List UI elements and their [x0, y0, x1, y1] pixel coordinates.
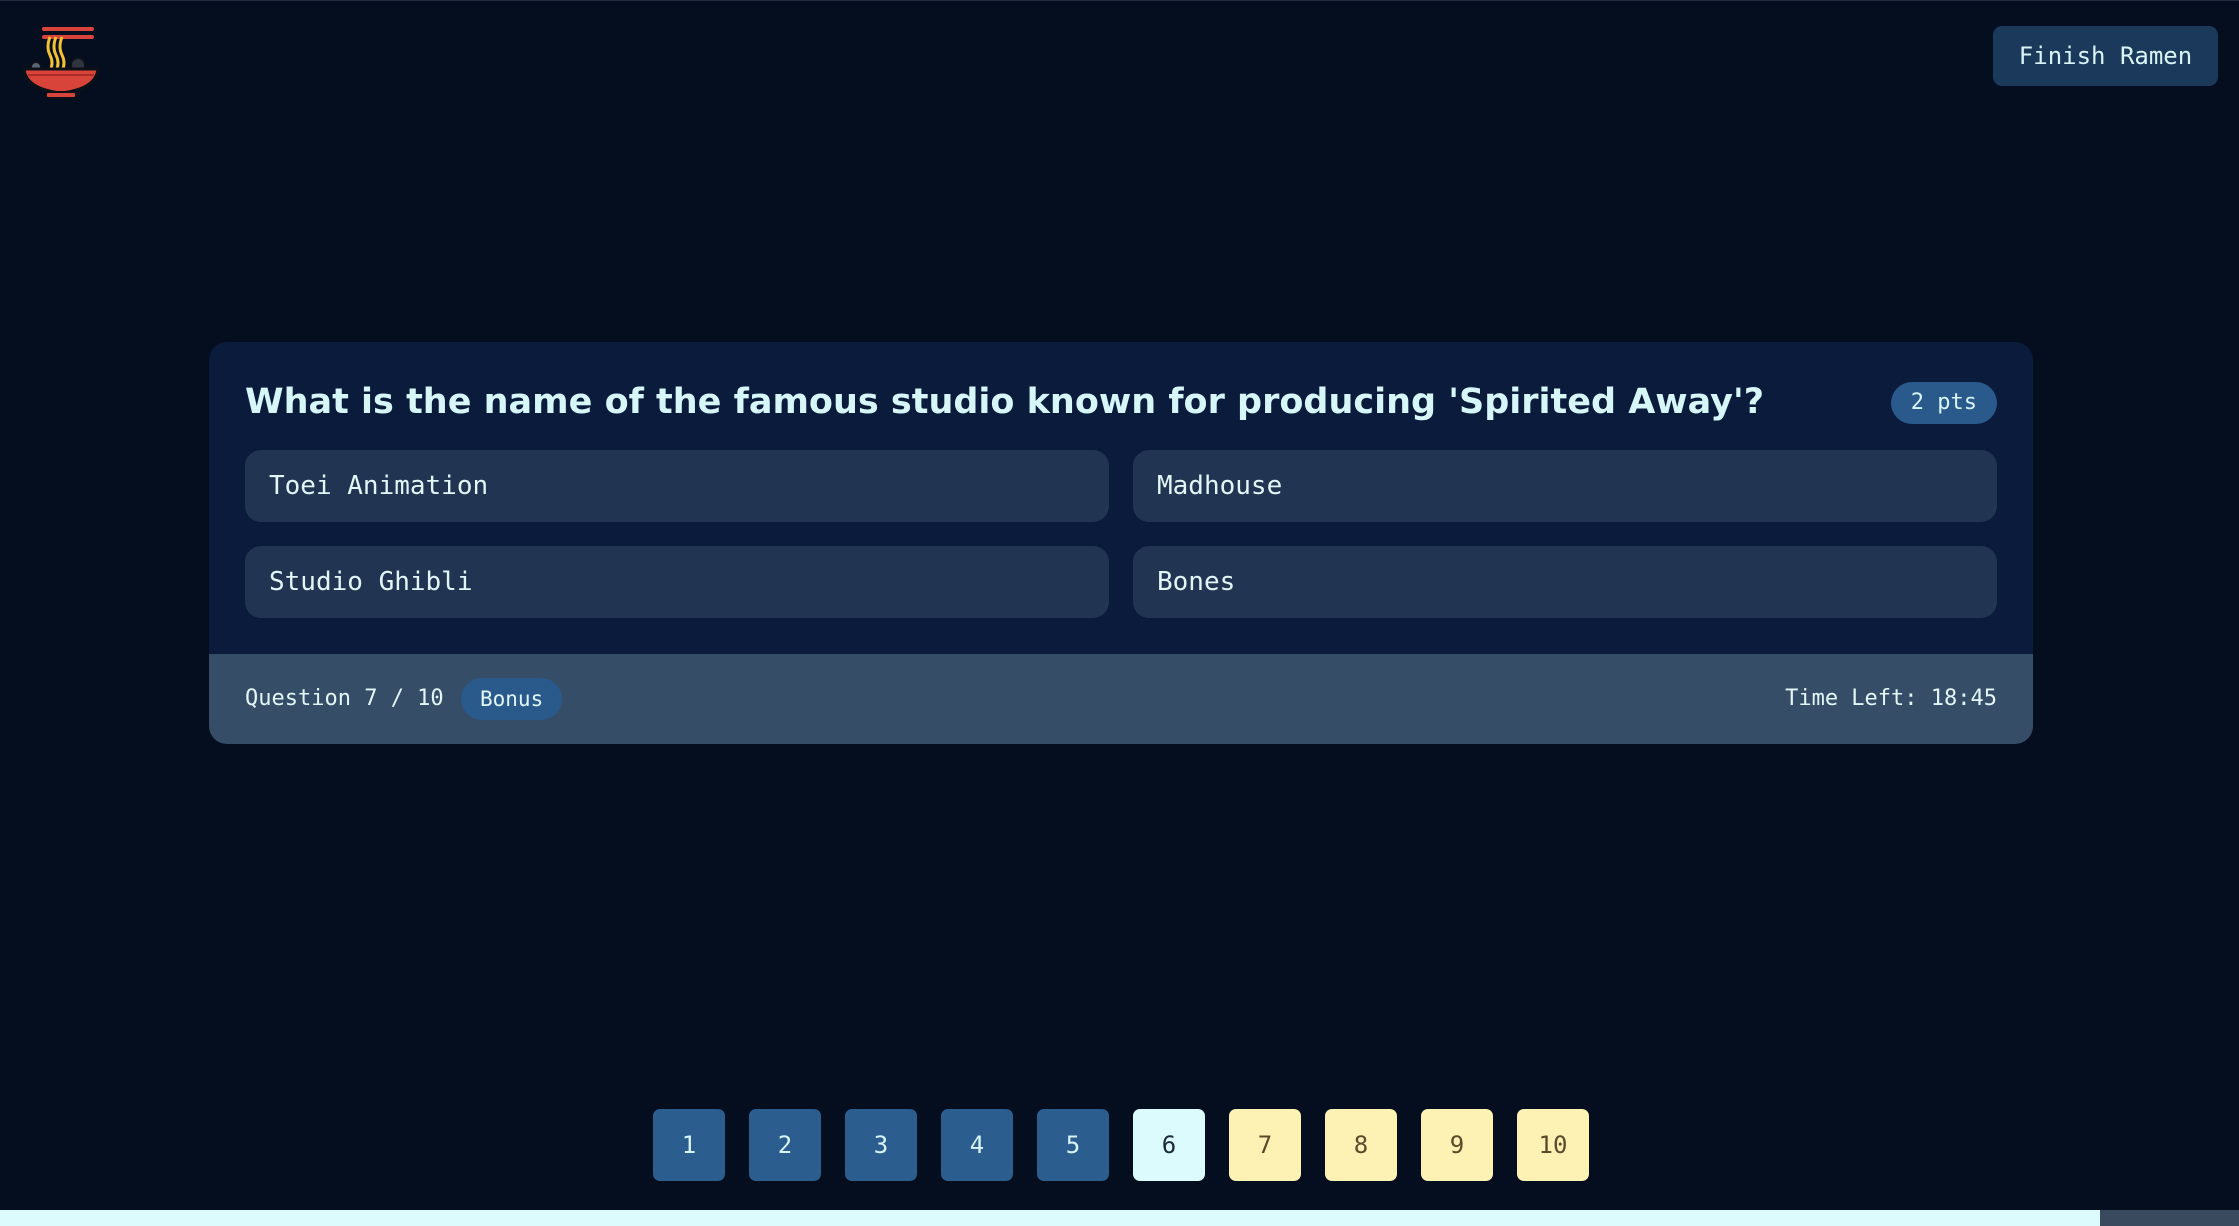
finish-button[interactable]: Finish Ramen: [1993, 26, 2218, 86]
question-navigator: 1 2 3 4 5 6 7 8 9 10: [653, 1109, 1589, 1181]
time-left: Time Left: 18:45: [1785, 686, 1997, 711]
points-badge: 2 pts: [1890, 382, 1997, 424]
question-counter: Question 7 / 10: [245, 686, 444, 711]
answer-option[interactable]: Studio Ghibli: [245, 546, 1109, 618]
ramen-bowl-icon[interactable]: [22, 25, 100, 101]
question-nav-button[interactable]: 8: [1325, 1109, 1397, 1181]
question-nav-button[interactable]: 5: [1037, 1109, 1109, 1181]
question-nav-button[interactable]: 3: [845, 1109, 917, 1181]
progress-fill: [0, 1210, 2101, 1226]
answer-option[interactable]: Bones: [1133, 546, 1997, 618]
question-nav-button[interactable]: 1: [653, 1109, 725, 1181]
question-nav-button[interactable]: 10: [1517, 1109, 1589, 1181]
question-nav-button[interactable]: 6: [1133, 1109, 1205, 1181]
answer-option[interactable]: Madhouse: [1133, 450, 1997, 522]
card-footer: Question 7 / 10 Bonus Time Left: 18:45: [209, 654, 2033, 744]
question-card: What is the name of the famous studio kn…: [209, 342, 2033, 744]
question-nav-button[interactable]: 7: [1229, 1109, 1301, 1181]
question-text: What is the name of the famous studio kn…: [245, 382, 1765, 422]
question-nav-button[interactable]: 9: [1421, 1109, 1493, 1181]
question-nav-button[interactable]: 4: [941, 1109, 1013, 1181]
progress-bar: [0, 1210, 2239, 1226]
bonus-badge: Bonus: [461, 678, 563, 720]
question-nav-button[interactable]: 2: [749, 1109, 821, 1181]
answer-option[interactable]: Toei Animation: [245, 450, 1109, 522]
